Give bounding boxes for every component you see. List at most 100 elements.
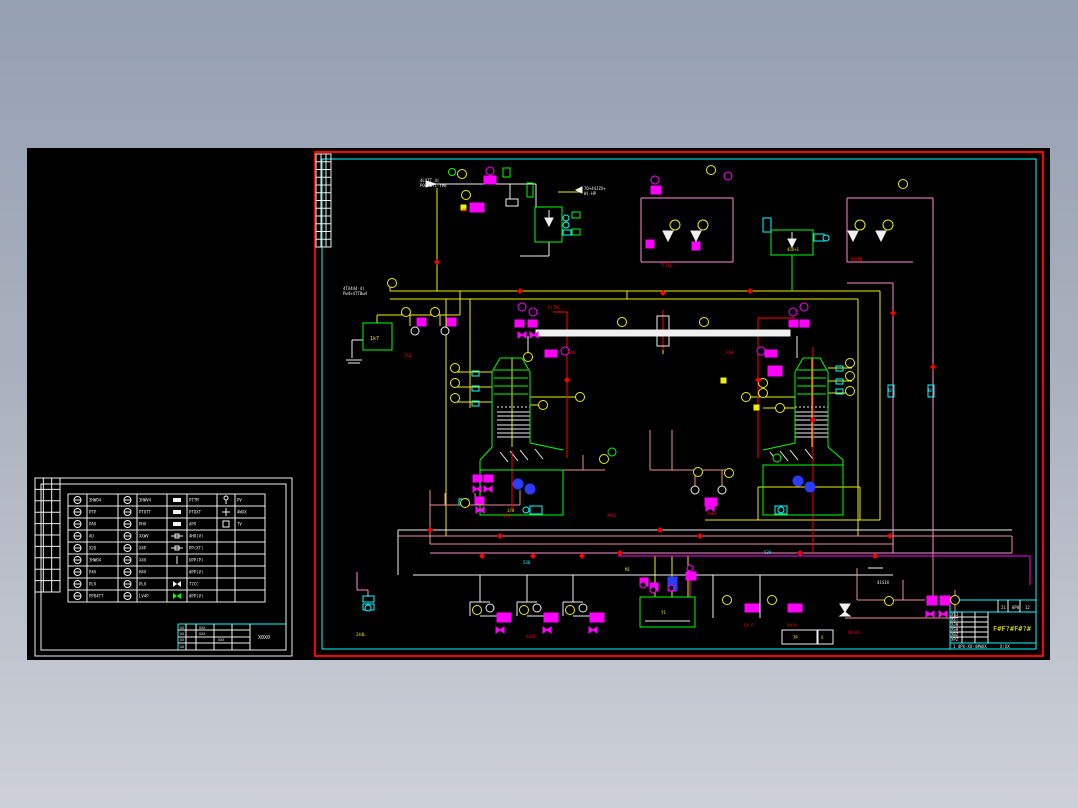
flow-marker	[872, 553, 878, 559]
valve-symbol	[938, 610, 948, 618]
annotation: 12	[1025, 605, 1030, 610]
legend-label: 4HO(V)	[189, 534, 203, 539]
pipe-line	[499, 451, 509, 463]
instrument-bubble	[575, 392, 585, 402]
flow-marker	[810, 417, 816, 423]
equipment-rect	[799, 319, 810, 328]
valve-symbol	[588, 626, 598, 634]
equipment-rect	[562, 229, 572, 236]
equipment-rect	[34, 477, 293, 657]
valve-symbol	[542, 626, 552, 634]
instrument-bubble	[898, 179, 908, 189]
instrument-bubble	[649, 586, 657, 594]
annotation: 21	[1001, 605, 1006, 610]
annotation: 38	[927, 388, 932, 393]
instrument-bubble	[686, 564, 694, 572]
valve-symbol	[517, 331, 527, 339]
annotation: 4JX+1	[787, 247, 800, 252]
annotation: 244L	[356, 632, 366, 637]
annotation: 538	[523, 560, 531, 565]
annotation: M1	[625, 567, 630, 572]
instrument-bubble	[650, 175, 660, 185]
instrument-bubble	[450, 393, 460, 403]
instrument-bubble	[562, 214, 570, 222]
instrument-bubble	[519, 605, 529, 615]
equipment-rect	[571, 211, 581, 219]
flow-marker	[579, 553, 585, 559]
instrument-bubble	[401, 307, 411, 317]
annotation: 38	[887, 388, 892, 393]
annotation: PX-P	[744, 623, 754, 628]
legend-label: APV	[189, 522, 197, 527]
cad-viewer-page: 4LYTT 4(PO4-BY1-Y#B 7O+44JZX+ W(-HP 4TX444 …	[0, 0, 1078, 808]
valve-symbol	[838, 611, 852, 617]
valve-symbol	[495, 626, 505, 634]
instrument-bubble	[690, 485, 700, 495]
pipe-line	[479, 446, 493, 461]
instrument-bubble	[669, 219, 681, 231]
instrument-bubble	[767, 595, 777, 605]
legend-label: 3HWV4	[139, 498, 152, 503]
instrument-bubble	[845, 386, 855, 396]
annotation: Pw4+4TTBw4	[343, 291, 368, 296]
equipment-rect	[767, 365, 783, 377]
equipment-rect	[639, 596, 696, 628]
legend-label: PTOTT	[139, 510, 152, 515]
flow-marker	[747, 288, 753, 294]
annotation: XXX	[218, 638, 225, 642]
instrument-bubble	[532, 603, 542, 613]
instrument-bubble	[461, 190, 471, 200]
valve-symbol	[690, 230, 702, 243]
instrument-bubble	[777, 506, 785, 514]
pid-diagram: 4LYTT 4(PO4-BY1-Y#B7O+44JZX+W(-HP4TX444 …	[34, 151, 1044, 657]
annotation: TNJTN	[850, 257, 863, 262]
instrument-bubble	[599, 454, 609, 464]
instrument-bubble	[524, 483, 536, 495]
equipment-rect	[650, 185, 662, 195]
legend-label: PAV	[89, 522, 97, 527]
annotation: 7X4	[404, 353, 412, 358]
legend-label: PP(XT)	[189, 546, 203, 551]
valve-symbol	[544, 217, 554, 228]
instrument-bubble	[706, 165, 716, 175]
equipment-rect	[526, 182, 534, 198]
instrument-bubble	[578, 603, 588, 613]
instrument-bubble	[528, 307, 538, 317]
flow-marker	[890, 310, 896, 316]
instrument-bubble	[457, 169, 467, 179]
instrument-bubble	[639, 581, 647, 589]
annotation: XN-N1	[848, 630, 861, 635]
equipment-rect	[589, 612, 605, 623]
valve-symbol	[662, 230, 674, 243]
pipe-line	[804, 448, 814, 460]
instrument-bubble	[717, 485, 727, 495]
equipment-rect	[446, 317, 457, 327]
valve-symbol	[787, 238, 797, 249]
equipment-rect	[527, 319, 538, 328]
flow-marker	[930, 364, 936, 370]
instrument-bubble	[460, 498, 470, 508]
annotation: F#F?#F#?#	[993, 625, 1032, 633]
legend-label: X2U	[89, 546, 97, 551]
annotation: FA6	[726, 350, 734, 355]
flow-marker	[434, 259, 440, 265]
instrument-bubble	[804, 481, 816, 493]
pipe-line	[534, 448, 544, 460]
annotation: X	[821, 635, 824, 640]
legend-symbol-square	[222, 520, 230, 528]
instrument-bubble	[450, 363, 460, 373]
equipment-rect	[474, 496, 485, 505]
annotation: 1A4	[503, 513, 511, 518]
equipment-rect	[496, 612, 512, 623]
equipment-rect	[744, 603, 760, 613]
equipment-rect	[472, 474, 483, 483]
equipment-rect	[939, 595, 951, 606]
annotation: XXX	[199, 632, 206, 636]
instrument-bubble	[387, 278, 397, 288]
legend-label: PV	[237, 498, 242, 503]
equipment-rect	[781, 629, 818, 645]
flow-marker	[617, 550, 623, 556]
annotation: XXX	[199, 626, 206, 630]
equipment-rect	[529, 505, 543, 515]
instrument-bubble	[775, 403, 785, 413]
